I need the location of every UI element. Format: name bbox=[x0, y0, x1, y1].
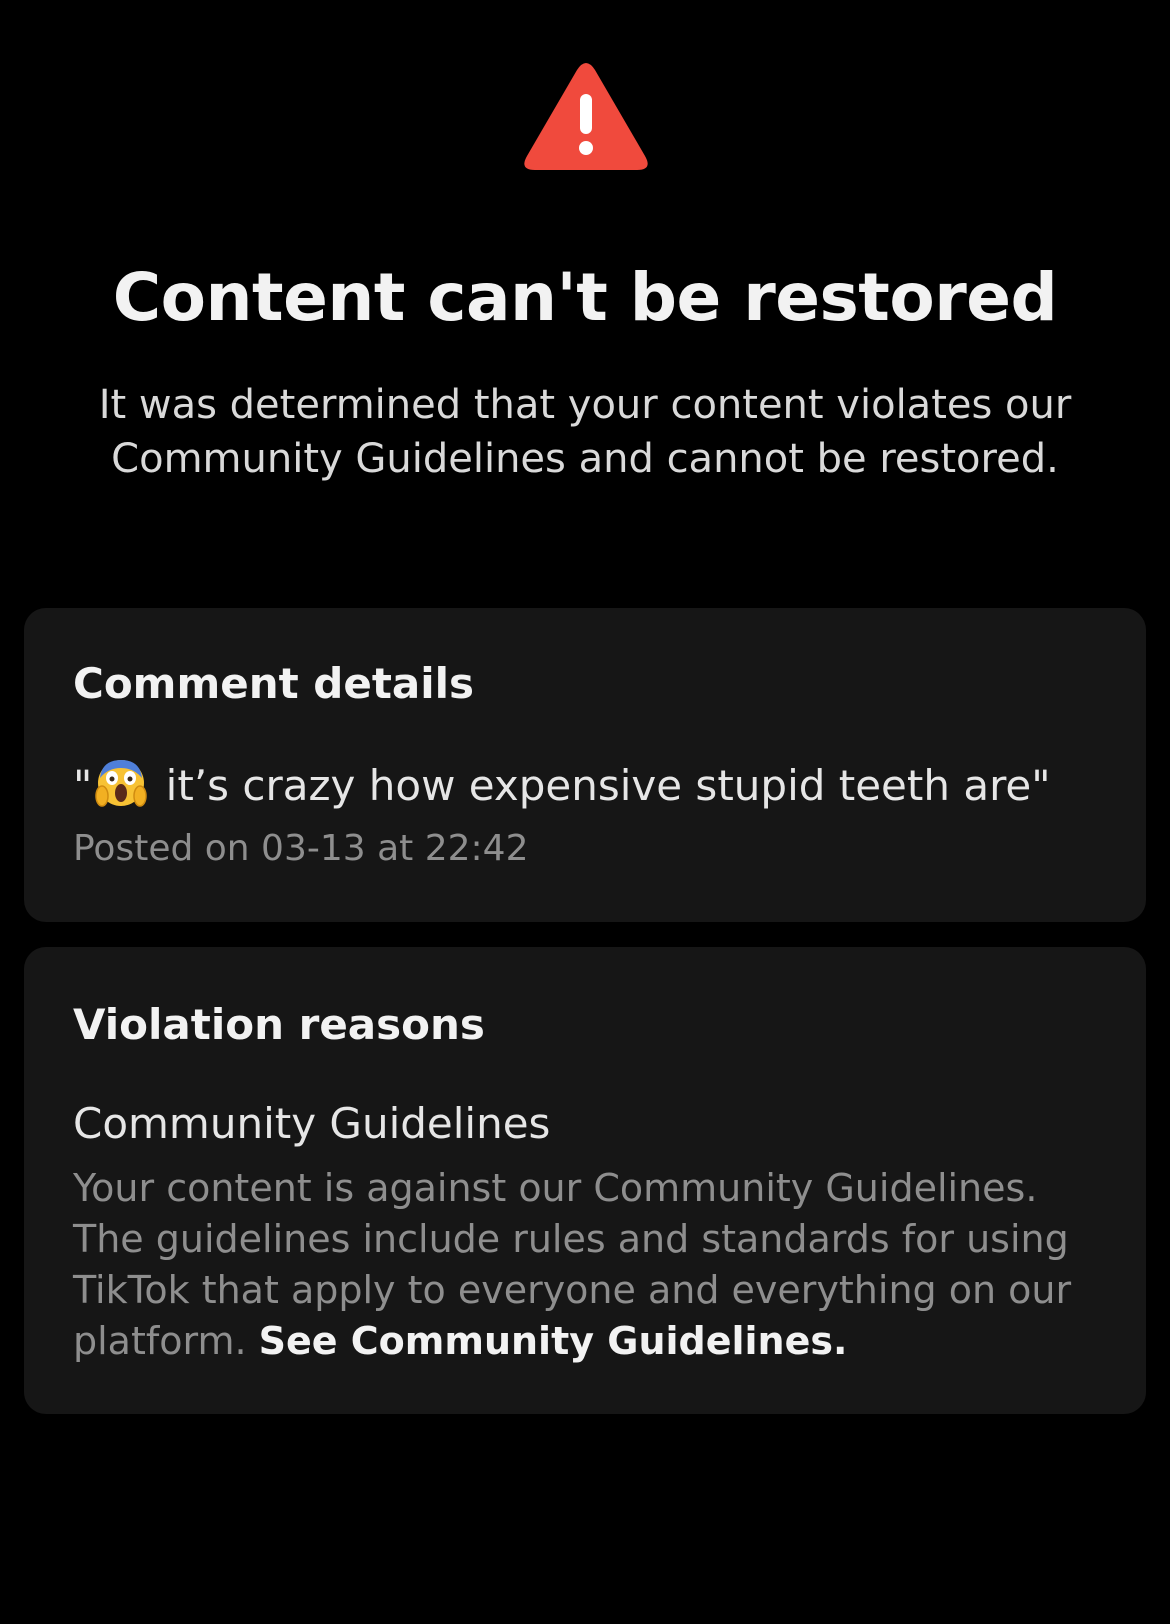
comment-details-card: Comment details " it’s crazy how expensi… bbox=[24, 608, 1146, 922]
reason-title: Community Guidelines bbox=[73, 1099, 551, 1148]
see-community-guidelines-link[interactable]: See Community Guidelines. bbox=[259, 1319, 848, 1363]
comment-quote-open: " bbox=[73, 761, 93, 810]
page-title: Content can't be restored bbox=[112, 259, 1058, 336]
comment-details-heading: Comment details bbox=[73, 659, 475, 708]
screaming-face-emoji-icon bbox=[94, 756, 148, 810]
page-subtitle: It was determined that your content viol… bbox=[98, 382, 1072, 482]
violation-reasons-card: Violation reasons Community Guidelines Y… bbox=[24, 947, 1146, 1414]
violation-reasons-heading: Violation reasons bbox=[73, 1000, 485, 1049]
comment-timestamp: Posted on 03-13 at 22:42 bbox=[73, 828, 529, 869]
warning-triangle-icon bbox=[521, 60, 651, 176]
reason-description: Your content is against our Community Gu… bbox=[73, 1163, 1113, 1367]
comment-body: it’s crazy how expensive stupid teeth ar… bbox=[152, 761, 1051, 810]
comment-text: " it’s crazy how expensive stupid teeth … bbox=[73, 756, 1113, 813]
